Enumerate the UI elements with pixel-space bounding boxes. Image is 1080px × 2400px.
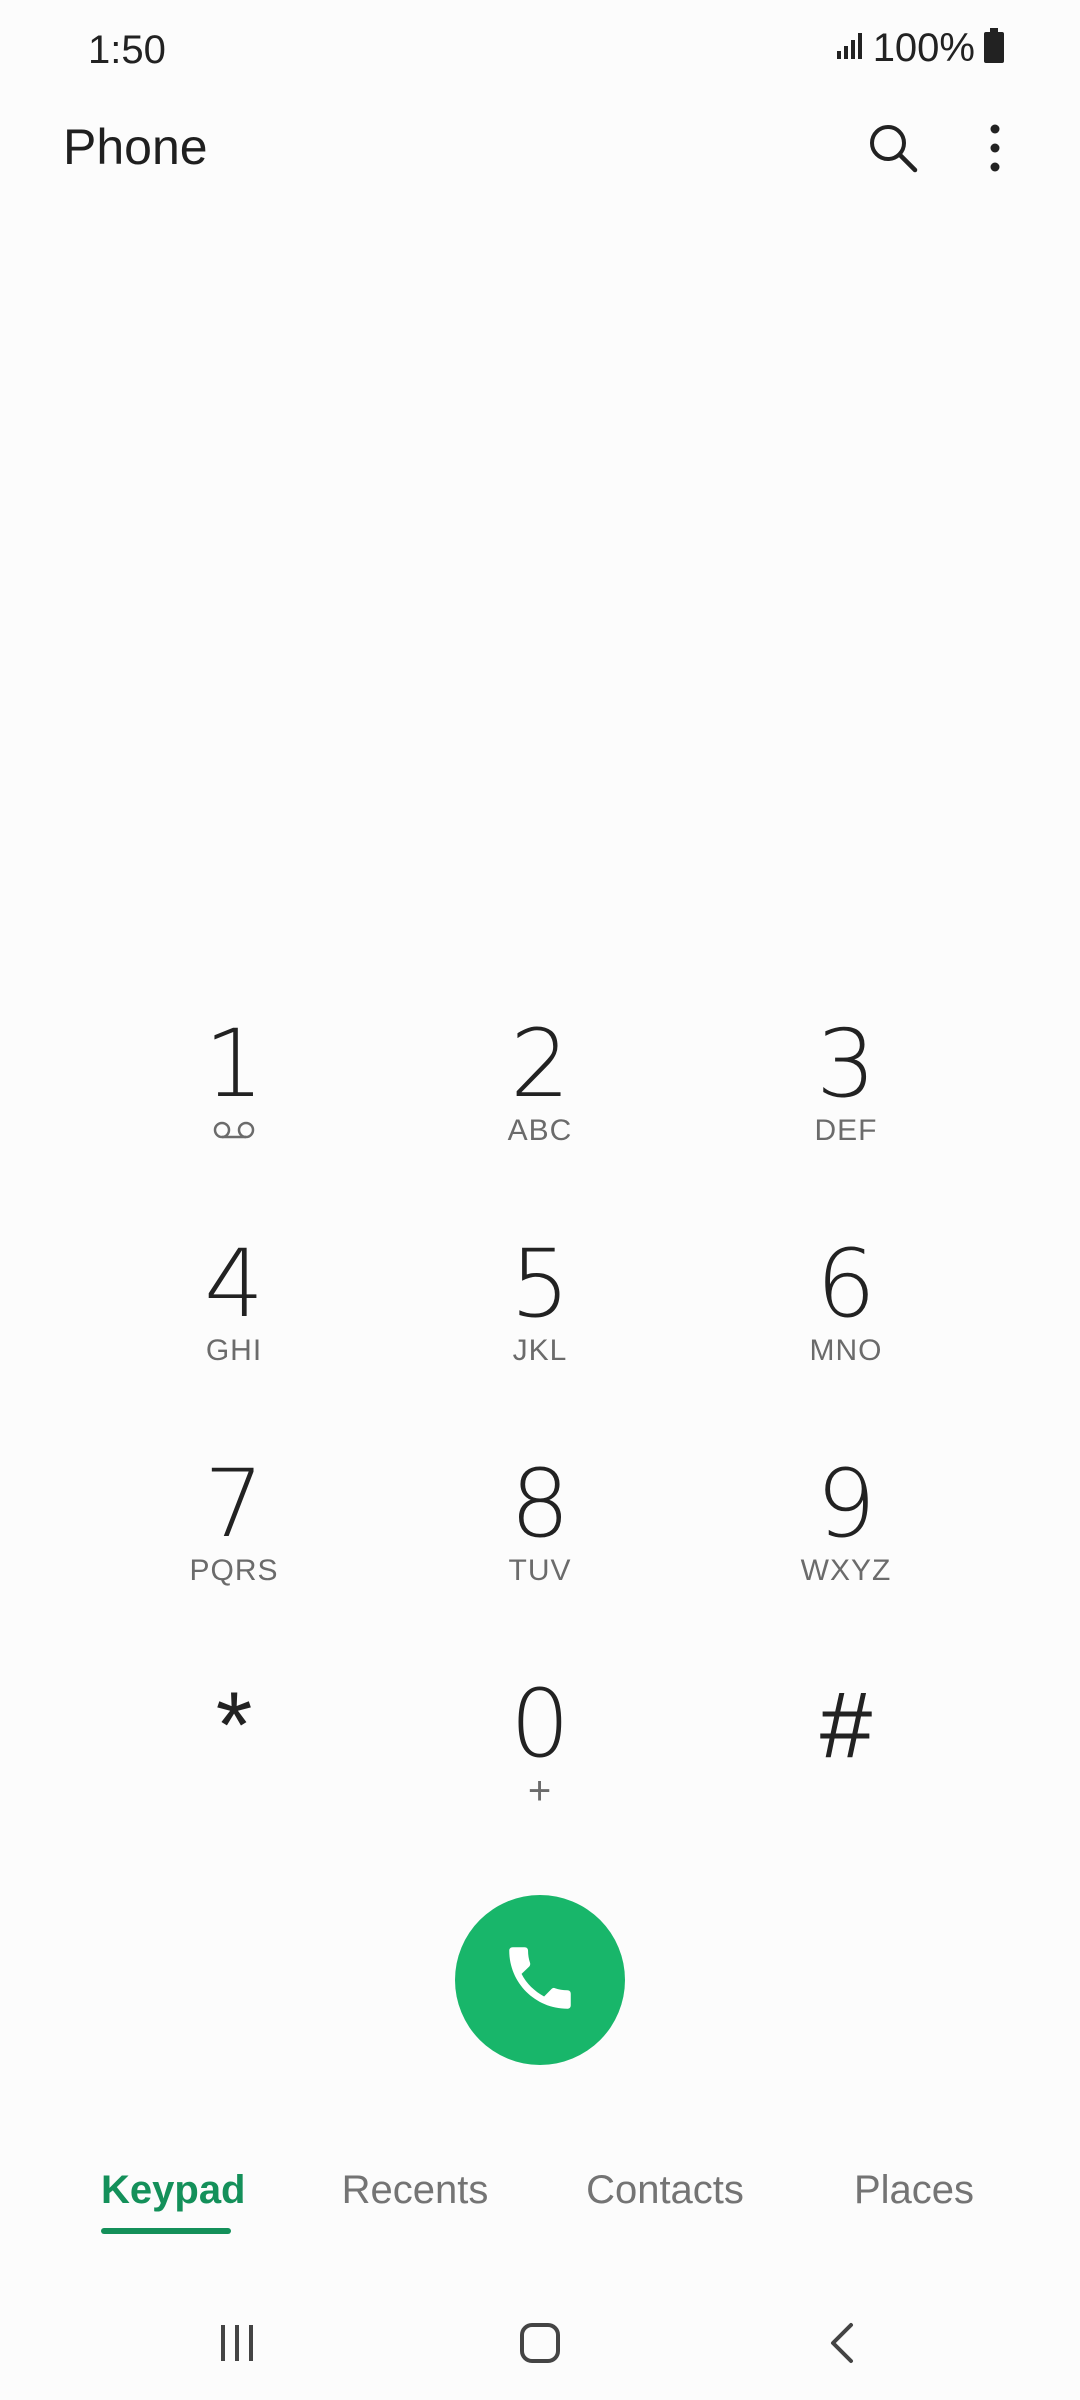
status-indicators: 100% <box>835 26 1005 71</box>
page-title: Phone <box>63 119 208 175</box>
key-4[interactable]: 4 GHI <box>124 1235 344 1435</box>
key-digit: 2 <box>510 1010 570 1119</box>
tab-places[interactable]: Places <box>846 2168 982 2213</box>
back-button[interactable] <box>803 2310 883 2380</box>
back-icon <box>821 2321 865 2370</box>
voicemail-icon <box>124 1113 344 1149</box>
tab-keypad[interactable]: Keypad <box>101 2168 246 2213</box>
key-2[interactable]: 2 ABC <box>430 1015 650 1215</box>
key-digit: 3 <box>816 1010 876 1119</box>
key-digit: # <box>819 1672 873 1777</box>
tab-contacts[interactable]: Contacts <box>578 2168 752 2213</box>
key-5[interactable]: 5 JKL <box>430 1235 650 1435</box>
key-digit: 4 <box>204 1230 264 1339</box>
app-bar: Phone <box>0 100 1080 200</box>
system-nav-bar <box>0 2290 1080 2400</box>
key-digit: 9 <box>816 1450 876 1559</box>
status-bar: 1:50 100% <box>0 0 1080 100</box>
status-time: 1:50 <box>88 28 166 72</box>
key-letters: TUV <box>508 1554 572 1587</box>
recent-apps-button[interactable] <box>197 2310 277 2380</box>
key-letters: WXYZ <box>800 1554 892 1587</box>
key-letters: JKL <box>512 1334 568 1367</box>
key-star[interactable]: * <box>124 1675 344 1875</box>
key-digit: 5 <box>510 1230 570 1339</box>
more-vert-icon <box>985 121 1005 180</box>
call-button[interactable] <box>455 1895 625 2065</box>
key-letters: + <box>527 1769 553 1813</box>
home-button[interactable] <box>500 2310 580 2380</box>
key-3[interactable]: 3 DEF <box>736 1015 956 1215</box>
more-options-button[interactable] <box>955 110 1035 190</box>
key-digit: 1 <box>204 1010 264 1119</box>
key-letters: MNO <box>809 1334 883 1367</box>
key-digit: 8 <box>510 1450 570 1559</box>
phone-icon <box>499 1937 581 2024</box>
key-letters: GHI <box>205 1334 263 1367</box>
battery-percent: 100% <box>872 26 975 70</box>
key-letters: DEF <box>814 1114 878 1147</box>
signal-icon <box>835 31 865 66</box>
bottom-tabs: Keypad Recents Contacts Places <box>0 2150 1080 2240</box>
key-0[interactable]: 0 + <box>430 1675 650 1875</box>
key-6[interactable]: 6 MNO <box>736 1235 956 1435</box>
battery-icon <box>983 28 1005 69</box>
active-tab-indicator <box>101 2228 231 2234</box>
key-7[interactable]: 7 PQRS <box>124 1455 344 1655</box>
key-1[interactable]: 1 <box>124 1015 344 1215</box>
home-icon <box>518 2321 562 2370</box>
key-digit: 7 <box>204 1450 264 1559</box>
search-icon <box>866 121 920 180</box>
key-hash[interactable]: # <box>736 1675 956 1875</box>
key-digit: 6 <box>816 1230 876 1339</box>
key-digit: 0 <box>510 1670 570 1779</box>
tab-recents[interactable]: Recents <box>335 2168 495 2213</box>
key-9[interactable]: 9 WXYZ <box>736 1455 956 1655</box>
recent-apps-icon <box>215 2321 259 2370</box>
key-8[interactable]: 8 TUV <box>430 1455 650 1655</box>
key-letters: ABC <box>507 1114 573 1147</box>
key-letters: PQRS <box>189 1554 279 1587</box>
search-button[interactable] <box>853 110 933 190</box>
key-digit: * <box>215 1672 253 1777</box>
